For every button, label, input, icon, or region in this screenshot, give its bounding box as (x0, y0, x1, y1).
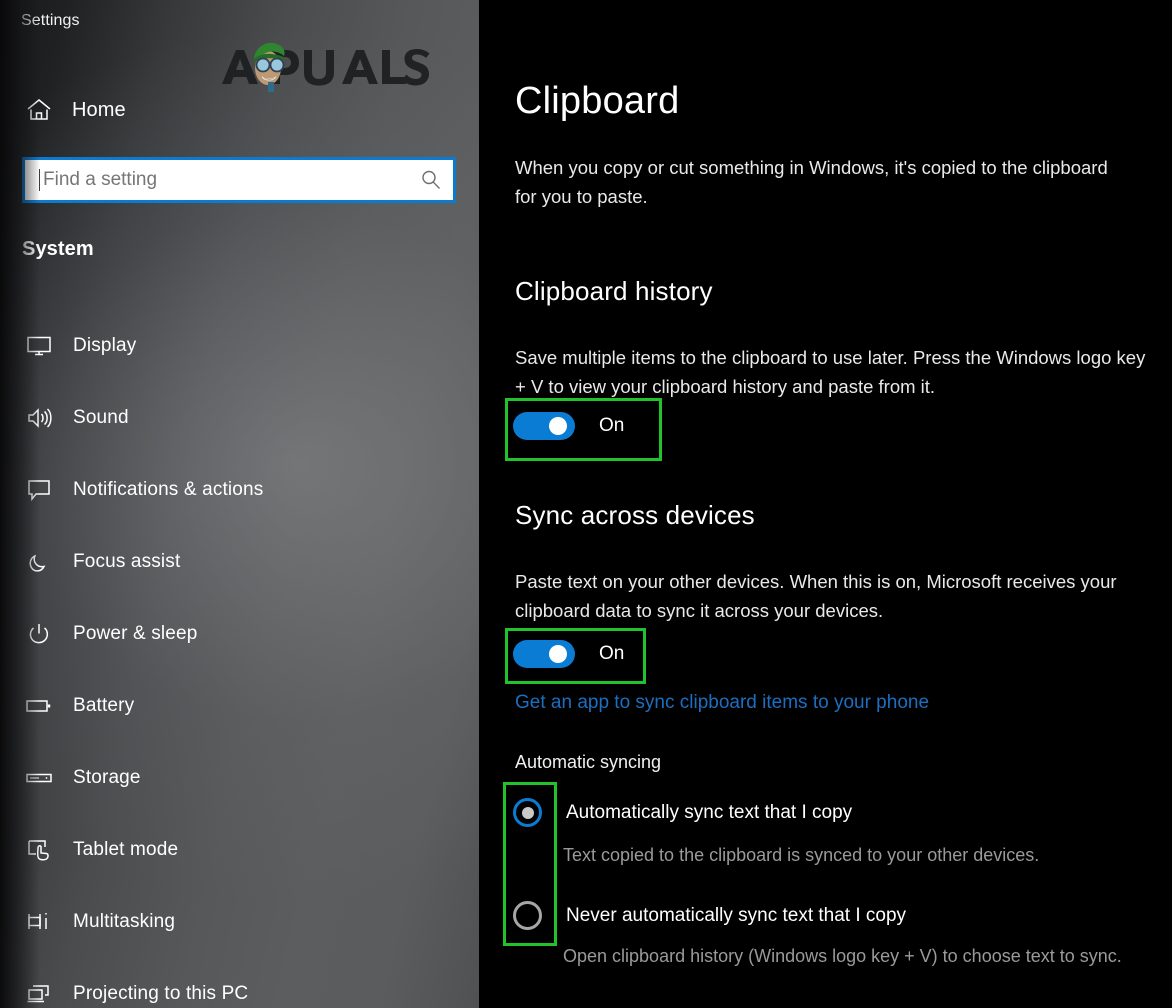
sync-across-devices-heading: Sync across devices (515, 500, 755, 530)
window-title: Settings (21, 12, 80, 29)
sidebar-item-home[interactable]: Home (0, 92, 459, 128)
sidebar-item-home-label: Home (72, 98, 126, 121)
radio-button-selected[interactable] (513, 798, 542, 827)
sidebar-item-display[interactable]: Display (0, 310, 459, 382)
radio-button-unselected[interactable] (513, 901, 542, 930)
moon-icon (22, 547, 56, 577)
appuals-mascot (253, 42, 285, 92)
sidebar-item-storage-label: Storage (73, 767, 141, 788)
sidebar-item-projecting[interactable]: Projecting to this PC (0, 958, 459, 1008)
page-title: Clipboard (515, 80, 680, 122)
tablet-touch-icon (22, 835, 56, 865)
radio-option-automatically-sync[interactable]: Automatically sync text that I copy (513, 798, 852, 827)
sidebar-item-sound[interactable]: Sound (0, 382, 459, 454)
sidebar-item-power-sleep[interactable]: Power & sleep (0, 598, 459, 670)
sync-across-devices-toggle-row: On (513, 640, 624, 668)
sidebar-item-tablet-mode[interactable]: Tablet mode (0, 814, 459, 886)
clipboard-history-toggle[interactable] (513, 412, 575, 440)
battery-icon (22, 691, 56, 721)
clipboard-history-toggle-row: On (513, 412, 624, 440)
appuals-watermark (216, 36, 432, 94)
page-description: When you copy or cut something in Window… (515, 157, 1108, 207)
radio-option-never-sync-label: Never automatically sync text that I cop… (566, 904, 907, 926)
clipboard-history-heading: Clipboard history (515, 276, 713, 306)
sidebar-item-display-label: Display (73, 335, 137, 356)
sidebar-item-projecting-label: Projecting to this PC (73, 983, 249, 1004)
projecting-icon (22, 979, 56, 1008)
sidebar-item-multitasking-label: Multitasking (73, 911, 176, 932)
toggle-knob (549, 417, 567, 435)
radio-option-automatically-sync-label: Automatically sync text that I copy (566, 801, 853, 823)
sync-across-devices-description: Paste text on your other devices. When t… (515, 571, 1117, 621)
sidebar-item-focus-assist-label: Focus assist (73, 551, 181, 572)
sidebar-item-battery-label: Battery (73, 695, 135, 716)
get-app-sync-link[interactable]: Get an app to sync clipboard items to yo… (515, 692, 929, 714)
search-input[interactable] (40, 160, 409, 200)
clipboard-history-description: Save multiple items to the clipboard to … (515, 347, 1146, 397)
search-icon[interactable] (409, 160, 453, 200)
storage-drive-icon (22, 763, 56, 793)
home-icon (24, 97, 54, 123)
toggle-knob (549, 645, 567, 663)
sidebar-nav-list: Display Sound Notifications & actions Fo… (0, 310, 459, 1008)
chat-bubble-icon (22, 475, 56, 505)
settings-sidebar: Settings Home Find a setting System Disp… (0, 0, 479, 1008)
sidebar-item-sound-label: Sound (73, 407, 129, 428)
radio-option-never-sync[interactable]: Never automatically sync text that I cop… (513, 901, 906, 930)
sidebar-item-power-sleep-label: Power & sleep (73, 623, 198, 644)
sidebar-group-heading: System (22, 238, 94, 260)
sidebar-item-storage[interactable]: Storage (0, 742, 459, 814)
speaker-icon (22, 403, 56, 433)
settings-window: Settings Home Find a setting System Disp… (0, 0, 1172, 1008)
sidebar-item-battery[interactable]: Battery (0, 670, 459, 742)
clipboard-settings-pane: Clipboard When you copy or cut something… (479, 0, 1172, 1008)
sync-across-devices-toggle[interactable] (513, 640, 575, 668)
sidebar-item-focus-assist[interactable]: Focus assist (0, 526, 459, 598)
automatic-syncing-heading: Automatic syncing (515, 752, 662, 772)
sidebar-item-notifications-label: Notifications & actions (73, 479, 264, 500)
radio-option-automatically-sync-description: Text copied to the clipboard is synced t… (563, 845, 1040, 865)
clipboard-history-toggle-label: On (599, 415, 625, 436)
sidebar-item-notifications[interactable]: Notifications & actions (0, 454, 459, 526)
multitasking-icon (22, 907, 56, 937)
sidebar-item-tablet-mode-label: Tablet mode (73, 839, 179, 860)
power-icon (22, 619, 56, 649)
sidebar-item-multitasking[interactable]: Multitasking (0, 886, 459, 958)
sync-across-devices-toggle-label: On (599, 643, 625, 664)
radio-option-never-sync-description: Open clipboard history (Windows logo key… (563, 946, 1122, 966)
search-box[interactable] (22, 157, 456, 203)
monitor-icon (22, 331, 56, 361)
